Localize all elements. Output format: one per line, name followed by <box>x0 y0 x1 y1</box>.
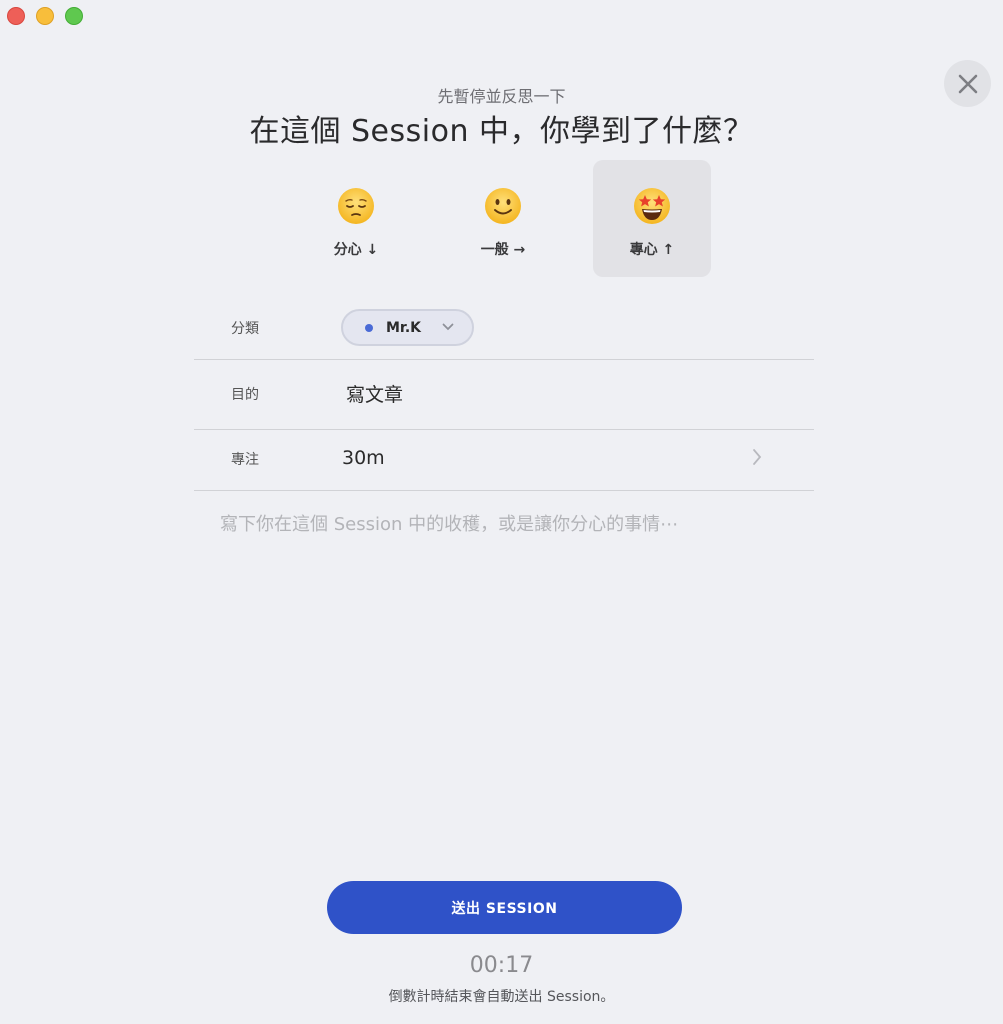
page-title: 在這個 Session 中，你學到了什麼？ <box>249 114 754 149</box>
notes-textarea[interactable] <box>220 510 800 810</box>
mood-label: 一般 → <box>480 242 526 258</box>
window-controls <box>7 7 83 25</box>
mood-option-normal[interactable]: 一般 → <box>444 160 562 277</box>
mood-label: 專心 ↑ <box>629 242 675 258</box>
star-struck-face-icon <box>633 187 671 225</box>
focus-label: 專注 <box>231 452 259 468</box>
mood-option-focused[interactable]: 專心 ↑ <box>593 160 711 277</box>
countdown-note: 倒數計時結束會自動送出 Session。 <box>388 989 615 1005</box>
focus-duration-value[interactable]: 30m <box>342 447 385 469</box>
divider <box>194 490 814 491</box>
window-maximize-button[interactable] <box>65 7 83 25</box>
category-color-dot <box>365 323 373 332</box>
purpose-value[interactable]: 寫文章 <box>346 380 403 407</box>
mood-label: 分心 ↓ <box>333 242 379 258</box>
slightly-smiling-face-icon <box>484 187 522 225</box>
page-subtitle: 先暫停並反思一下 <box>437 87 566 106</box>
chevron-right-icon[interactable] <box>750 447 764 467</box>
category-dropdown[interactable]: Mr.K <box>341 309 474 346</box>
purpose-label: 目的 <box>231 387 259 403</box>
divider <box>194 359 814 360</box>
submit-session-button[interactable]: 送出 SESSION <box>327 881 682 934</box>
divider <box>194 429 814 430</box>
pensive-face-icon <box>337 187 375 225</box>
countdown-timer: 00:17 <box>469 953 534 978</box>
category-value: Mr.K <box>386 319 422 336</box>
window-close-button[interactable] <box>7 7 25 25</box>
category-label: 分類 <box>231 321 259 337</box>
window-minimize-button[interactable] <box>36 7 54 25</box>
chevron-down-icon <box>442 323 454 331</box>
mood-option-distracted[interactable]: 分心 ↓ <box>297 160 415 277</box>
